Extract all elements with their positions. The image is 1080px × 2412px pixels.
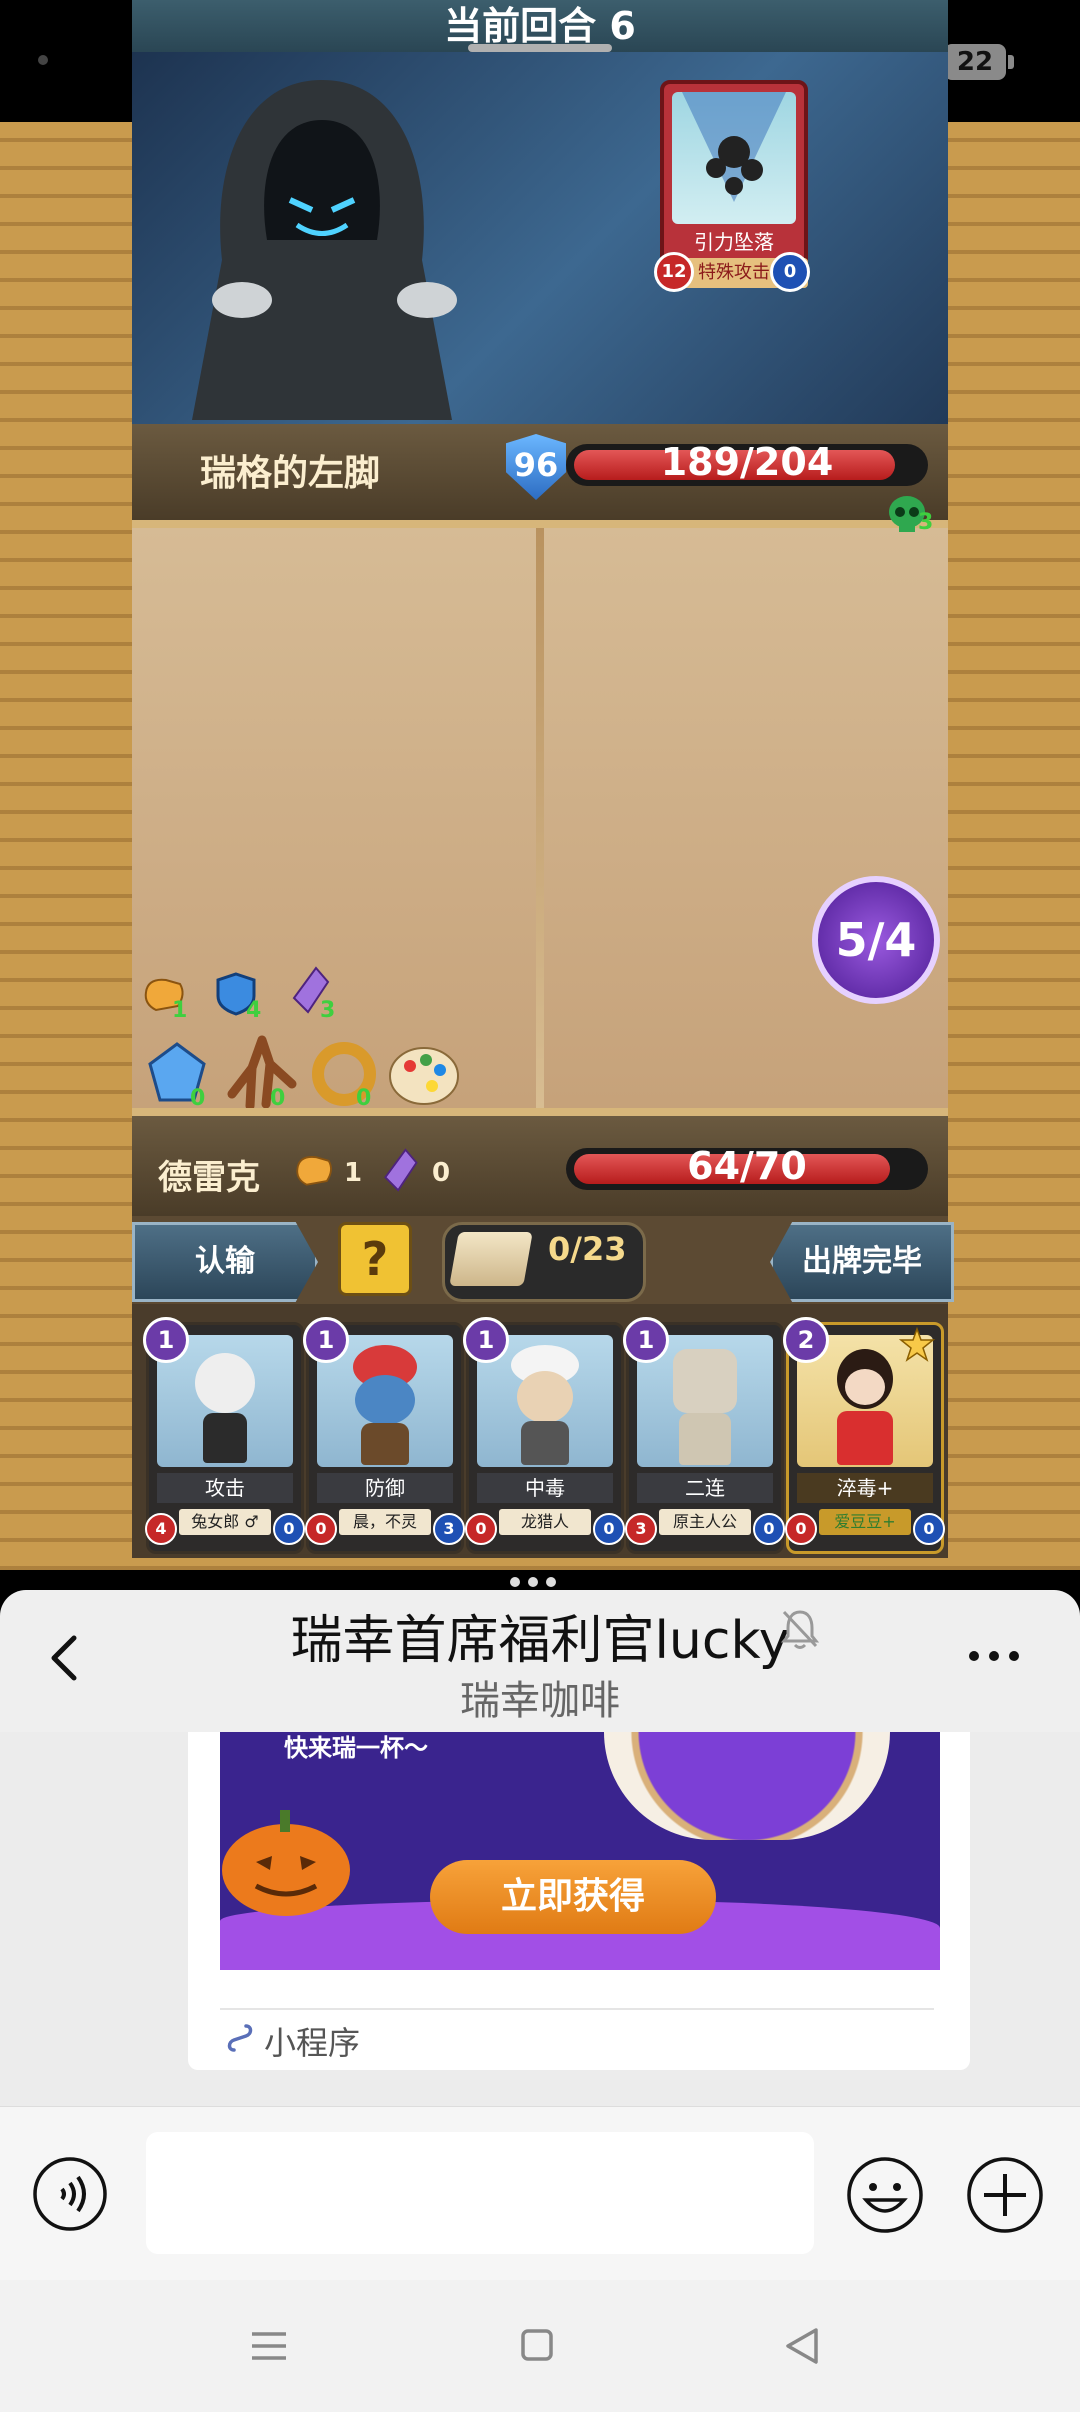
page-indicator	[510, 1572, 570, 1587]
enemy-card-attack: 12	[654, 252, 694, 292]
player-crystal-icon	[384, 1148, 418, 1192]
home-icon[interactable]	[520, 2328, 554, 2362]
hand-card[interactable]: 中毒 龙猎人 1 0 0	[463, 1317, 625, 1554]
hand-card[interactable]: 二连 原主人公 1 3 0	[623, 1317, 785, 1554]
claim-button[interactable]: 立即获得	[430, 1860, 716, 1934]
plus-icon[interactable]	[966, 2156, 1044, 2234]
emoji-icon[interactable]	[846, 2156, 924, 2234]
card-defense: 3	[433, 1513, 465, 1545]
card-attack: 0	[305, 1513, 337, 1545]
shield-count: 4	[246, 998, 262, 1023]
palette-icon[interactable]	[386, 1040, 462, 1110]
card-defense: 0	[913, 1513, 945, 1545]
surrender-button[interactable]: 认输	[132, 1222, 318, 1302]
menu-icon[interactable]	[250, 2328, 288, 2364]
pumpkin-icon	[222, 1810, 350, 1916]
card-owner: 原主人公	[659, 1509, 751, 1535]
deck-count: 0/23	[548, 1230, 627, 1268]
energy-orb: 5/4	[812, 876, 940, 1004]
promo-text: 快来瑞一杯～	[284, 1734, 428, 1762]
battery-indicator: 22	[944, 44, 1014, 80]
drag-handle[interactable]	[468, 44, 612, 52]
card-attack: 0	[785, 1513, 817, 1545]
card-attack: 4	[145, 1513, 177, 1545]
end-turn-button[interactable]: 出牌完毕	[770, 1222, 954, 1302]
player-name: 德雷克	[158, 1158, 260, 1198]
more-icon[interactable]	[966, 1646, 1022, 1666]
card-name: 攻击	[157, 1473, 293, 1503]
nav-back-icon[interactable]	[784, 2326, 820, 2366]
root-icon[interactable]	[222, 1034, 302, 1114]
card-attack: 0	[465, 1513, 497, 1545]
poison-stack-count: 3	[918, 510, 934, 535]
card-name: 二连	[637, 1473, 773, 1503]
hand-card[interactable]: 攻击 兔女郎 ♂ 1 4 0	[143, 1317, 305, 1554]
enemy-card-name: 引力坠落	[694, 230, 774, 254]
help-button[interactable]: ?	[338, 1222, 412, 1296]
enemy-hp-text: 189/204	[660, 440, 834, 484]
hand-card[interactable]: 防御 晨，不灵 1 0 3	[303, 1317, 465, 1554]
hand-card[interactable]: 淬毒+ 爱豆豆+ 2 0 0	[783, 1317, 945, 1554]
card-cost: 1	[143, 1317, 189, 1363]
gravity-card-art	[672, 92, 796, 224]
card-cost: 1	[623, 1317, 669, 1363]
card-defense: 0	[593, 1513, 625, 1545]
card-owner: 晨，不灵	[339, 1509, 431, 1535]
message-input[interactable]	[146, 2132, 814, 2254]
hooded-enemy-art	[192, 80, 457, 420]
card-owner: 爱豆豆+	[819, 1509, 911, 1535]
crystal-count: 3	[320, 998, 336, 1023]
chat-title: 瑞幸首席福利官lucky	[290, 1611, 790, 1671]
camera-dot	[38, 55, 48, 65]
card-attack: 3	[625, 1513, 657, 1545]
enemy-name: 瑞格的左脚	[200, 453, 381, 494]
card-name: 防御	[317, 1473, 453, 1503]
player-fist-icon	[296, 1156, 332, 1186]
player-hp-text: 64/70	[687, 1144, 807, 1188]
divider	[220, 2008, 934, 2010]
card-name: 中毒	[477, 1473, 613, 1503]
mini-program-label: 小程序	[264, 2024, 361, 2062]
card-owner: 兔女郎 ♂	[179, 1509, 271, 1535]
deck-icon	[449, 1232, 533, 1286]
card-defense: 0	[753, 1513, 785, 1545]
enemy-card-defense: 0	[770, 252, 810, 292]
card-owner: 龙猎人	[499, 1509, 591, 1535]
card-cost: 1	[303, 1317, 349, 1363]
voice-icon[interactable]	[32, 2156, 108, 2232]
player-fist-count: 1	[344, 1158, 363, 1188]
field-divider	[536, 528, 544, 1108]
card-defense: 0	[273, 1513, 305, 1545]
chat-subtitle: 瑞幸咖啡	[460, 1678, 620, 1724]
card-cost: 2	[783, 1317, 829, 1363]
card-cost: 1	[463, 1317, 509, 1363]
player-crystal-count: 0	[432, 1158, 451, 1188]
star-icon	[899, 1327, 935, 1362]
fist-count: 1	[172, 998, 188, 1023]
muted-bell-icon	[780, 1610, 820, 1649]
mini-program-icon	[227, 2024, 253, 2052]
card-name: 淬毒+	[797, 1473, 933, 1503]
